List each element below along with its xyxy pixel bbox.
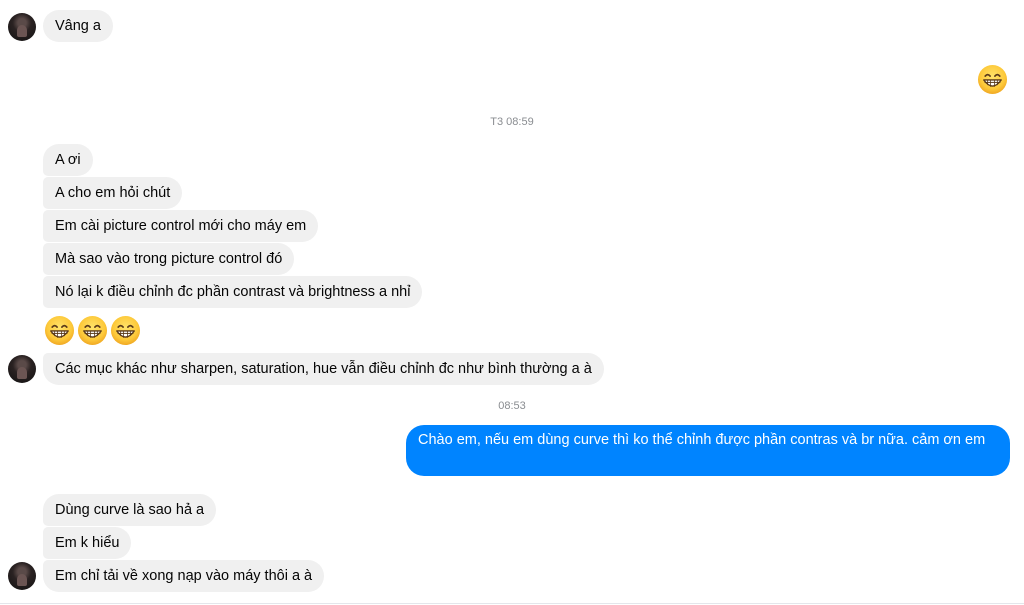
- grinning-face-emoji-icon[interactable]: [977, 64, 1008, 95]
- grinning-face-emoji-icon[interactable]: [110, 315, 141, 346]
- outgoing-message[interactable]: Chào em, nếu em dùng curve thì ko thể ch…: [406, 425, 1010, 476]
- message-timestamp: 08:53: [498, 400, 526, 412]
- incoming-message[interactable]: A ơi: [43, 144, 93, 176]
- contact-avatar[interactable]: [8, 13, 36, 41]
- incoming-message[interactable]: Các mục khác như sharpen, saturation, hu…: [43, 353, 604, 385]
- message-timestamp: T3 08:59: [490, 116, 534, 128]
- bottom-divider: [0, 603, 1024, 604]
- incoming-message[interactable]: Em chỉ tải về xong nạp vào máy thôi a à: [43, 560, 325, 592]
- incoming-message[interactable]: A cho em hỏi chút: [43, 177, 183, 209]
- contact-avatar[interactable]: [8, 355, 36, 383]
- incoming-message[interactable]: Mà sao vào trong picture control đó: [43, 243, 295, 275]
- incoming-message[interactable]: Nó lại k điều chỉnh đc phần contrast và …: [43, 276, 423, 308]
- incoming-message[interactable]: Em k hiểu: [43, 527, 132, 559]
- grinning-face-emoji-icon[interactable]: [44, 315, 75, 346]
- contact-avatar[interactable]: [8, 562, 36, 590]
- grinning-face-emoji-icon[interactable]: [77, 315, 108, 346]
- incoming-message[interactable]: Vâng a: [43, 10, 113, 42]
- incoming-message[interactable]: Em cài picture control mới cho máy em: [43, 210, 319, 242]
- incoming-message[interactable]: Dùng curve là sao hả a: [43, 494, 217, 526]
